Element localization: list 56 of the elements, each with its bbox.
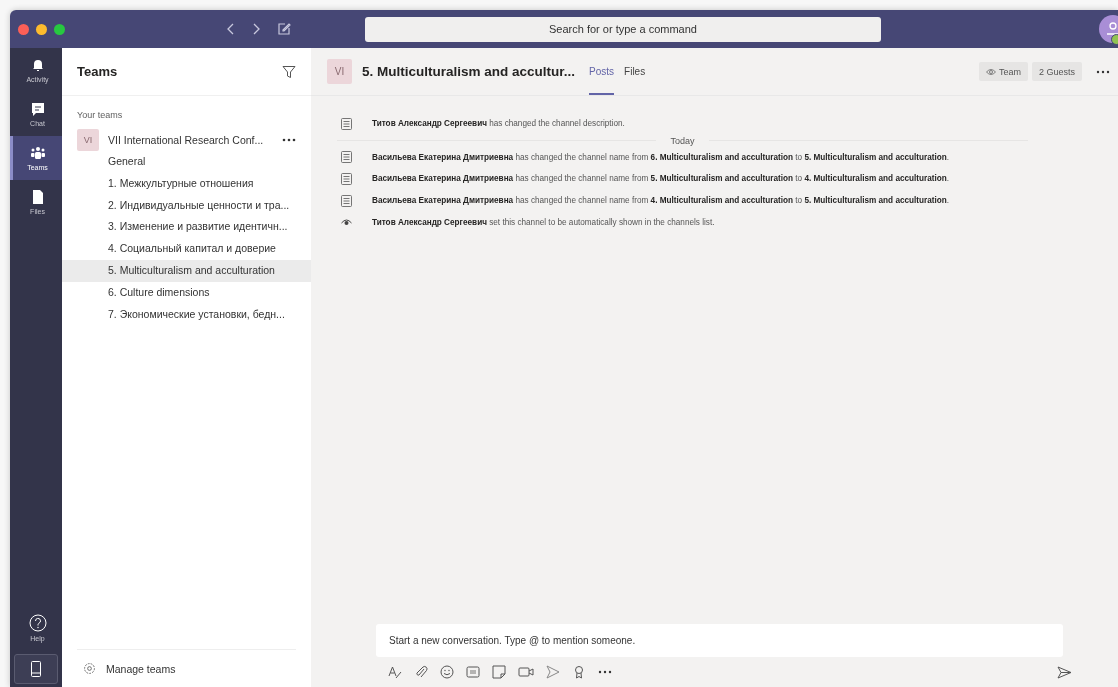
back-icon[interactable] [227, 23, 235, 35]
channel-item[interactable]: 4. Социальный капитал и доверие [62, 238, 311, 260]
filter-icon[interactable] [282, 64, 296, 79]
more-icon[interactable] [1096, 69, 1110, 74]
event-message: Васильева Екатерина Дмитриевна has changed the channel name from 4. Multiculturalism and acculturation to 5. Multiculturalism and acculturation. [372, 196, 950, 206]
video-icon[interactable] [518, 665, 534, 679]
zoom-button[interactable] [54, 23, 65, 35]
minimize-button[interactable] [36, 23, 47, 35]
emoji-icon[interactable] [440, 665, 454, 679]
compose-field[interactable]: Start a new conversation. Type @ to mention someone. [376, 624, 1063, 657]
eye-icon [985, 67, 996, 76]
event-message: Титов Александр Сергеевич has changed the channel description. [372, 119, 625, 129]
more-icon[interactable] [598, 670, 612, 674]
help-icon [28, 614, 47, 632]
date-divider: Today [670, 135, 695, 146]
channel-item[interactable]: 5. Multiculturalism and acculturation [62, 260, 311, 282]
phone-icon [31, 661, 41, 677]
chat-icon [29, 101, 46, 117]
badge-icon[interactable] [572, 665, 586, 679]
section-label: Your teams [76, 109, 124, 122]
document-icon [341, 194, 352, 207]
compose-icon[interactable] [277, 22, 291, 36]
team-button[interactable]: Team [978, 62, 1028, 81]
format-icon[interactable] [388, 665, 402, 679]
channel-avatar: VI [327, 59, 352, 84]
document-icon [341, 173, 352, 185]
search-field[interactable]: Search for or type a command [365, 16, 881, 42]
sticker-icon[interactable] [492, 665, 506, 679]
document-icon [341, 117, 352, 130]
send-icon[interactable] [1057, 665, 1072, 679]
more-icon[interactable] [282, 138, 296, 142]
channel-item[interactable]: 7. Экономические установки, бедн... [62, 303, 311, 326]
guests-button[interactable]: 2 Guests [1031, 62, 1082, 81]
event-message: Титов Александр Сергеевич set this channel to be automatically shown in the channels list. [372, 217, 715, 227]
channel-item[interactable]: 3. Изменение и развитие идентичн... [62, 216, 311, 239]
channel-item[interactable]: 6. Culture dimensions [62, 281, 311, 304]
team-avatar: VI [77, 129, 99, 151]
channel-item[interactable]: 1. Межкультурные отношения [62, 172, 311, 195]
close-button[interactable] [18, 23, 29, 35]
tab[interactable]: Files [624, 48, 646, 95]
channel-item[interactable]: General [62, 151, 311, 173]
manage-teams-link[interactable]: Manage teams [106, 662, 176, 675]
panel-title: Teams [77, 64, 118, 79]
channel-item[interactable]: 2. Индивидуальные ценности и тра... [62, 194, 311, 217]
team-name[interactable]: VII International Research Conf... [108, 134, 273, 146]
people-icon [29, 145, 46, 161]
mobile-button[interactable] [14, 654, 58, 684]
paperclip-icon[interactable] [414, 665, 428, 679]
tab[interactable]: Posts [589, 48, 615, 95]
channel-title: 5. Multiculturalism and accultur... [362, 64, 576, 79]
settings-icon [83, 662, 96, 675]
event-message: Васильева Екатерина Дмитриевна has changed the channel name from 6. Multiculturalism and acculturation to 5. Multiculturalism and acculturation. [372, 152, 950, 162]
event-message: Васильева Екатерина Дмитриевна has changed the channel name from 5. Multiculturalism and acculturation to 4. Multiculturalism and acculturation. [372, 174, 950, 184]
forward-icon[interactable] [252, 23, 260, 35]
document-icon [341, 151, 352, 164]
eye-icon [341, 218, 352, 227]
